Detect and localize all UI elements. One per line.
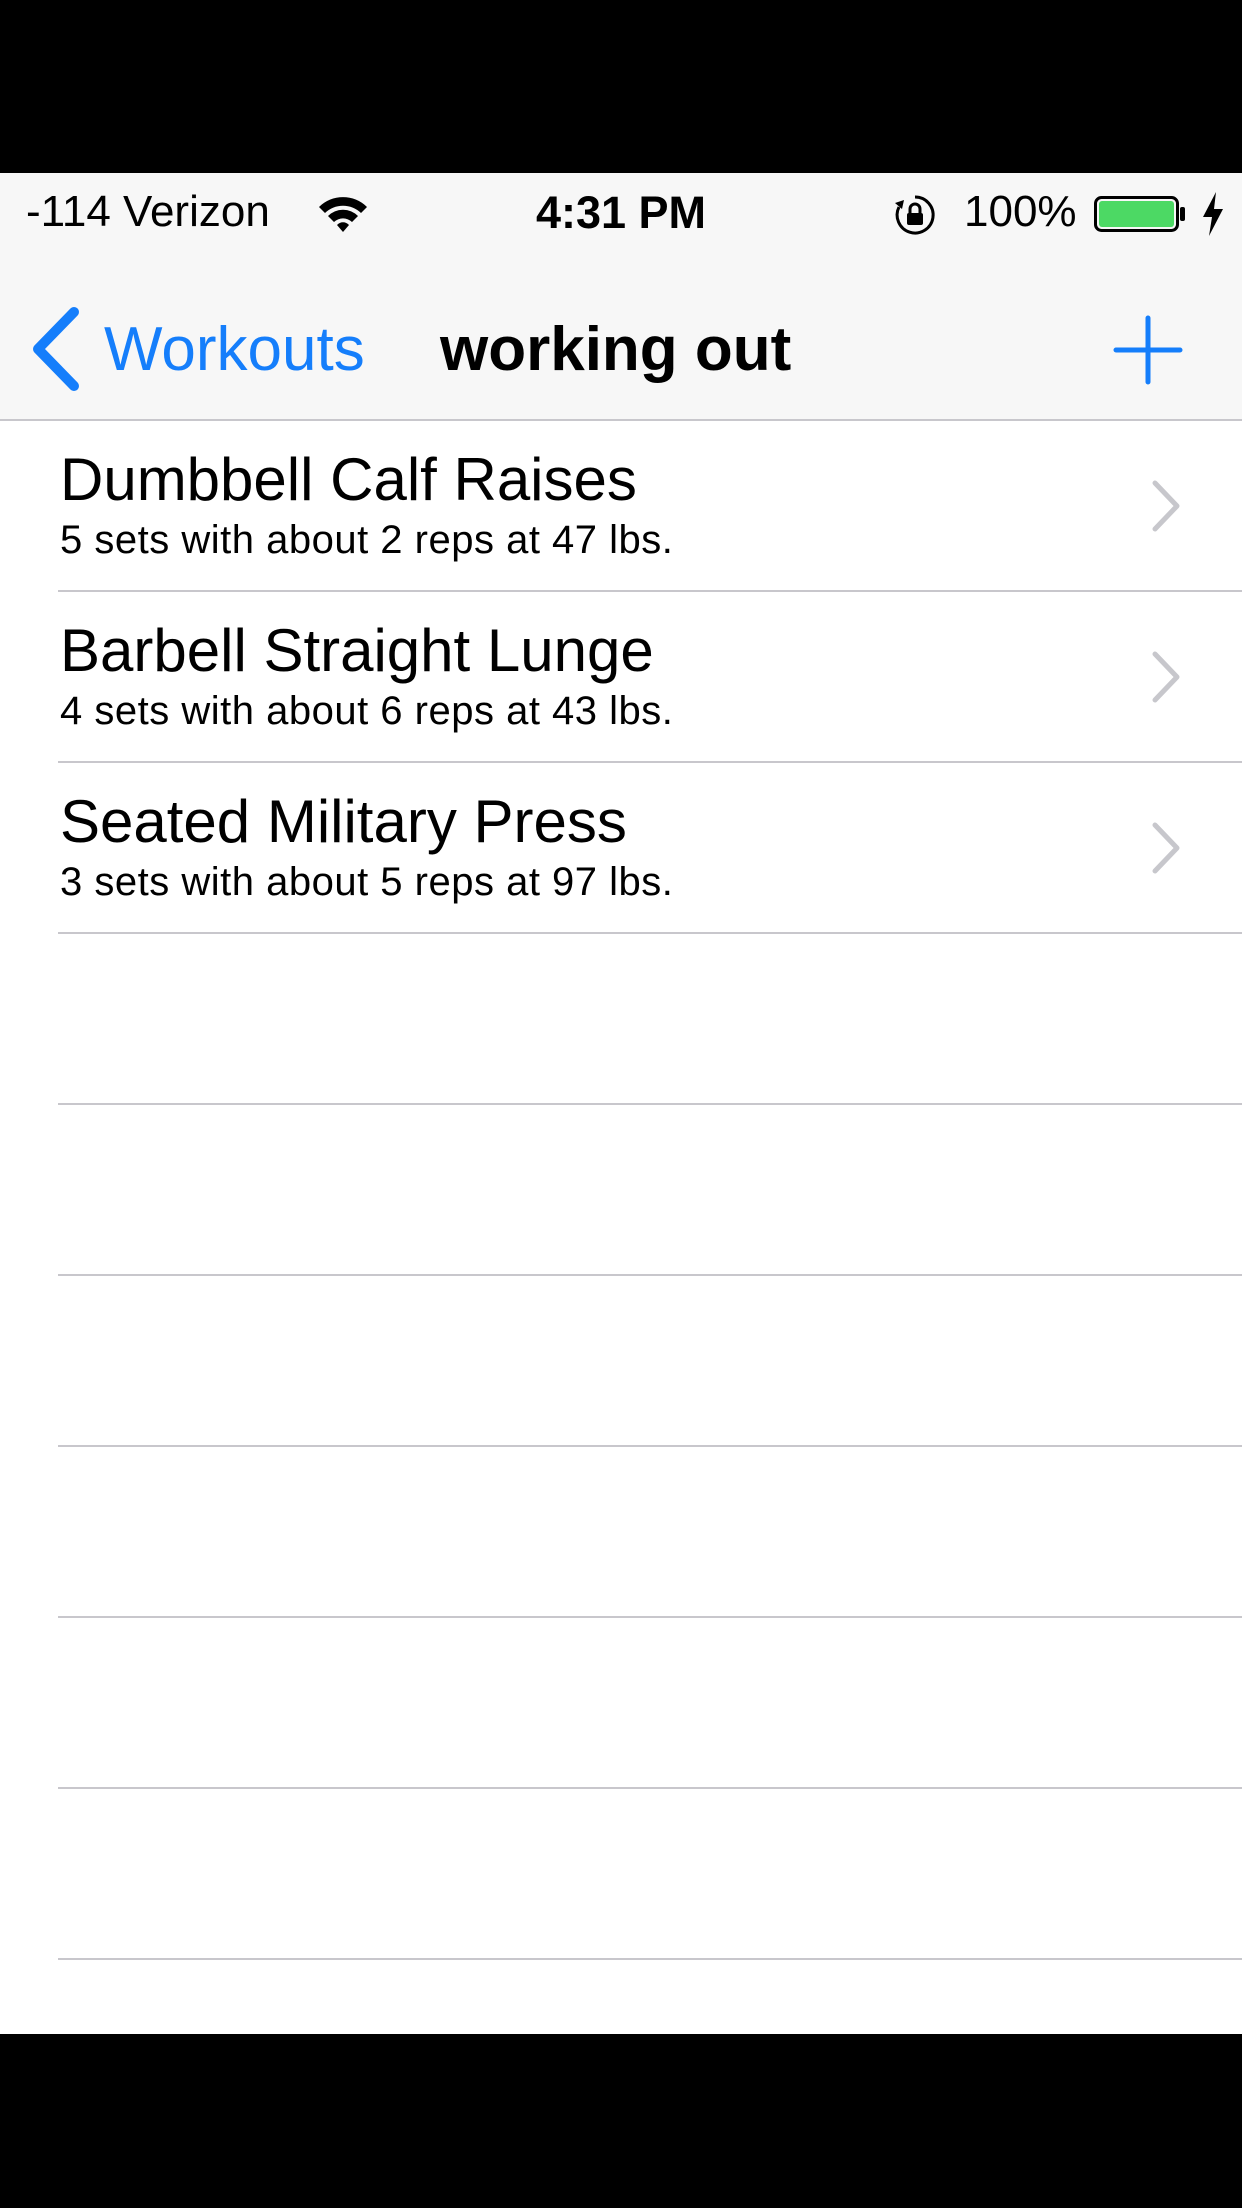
letterbox-top — [0, 0, 1242, 173]
exercise-row[interactable]: Barbell Straight Lunge 4 sets with about… — [58, 592, 1242, 763]
empty-table-row — [58, 1105, 1242, 1276]
battery-percent: 100% — [964, 187, 1077, 236]
exercise-detail: 5 sets with about 2 reps at 47 lbs. — [60, 518, 674, 562]
chevron-right-icon — [1152, 822, 1180, 874]
rotation-lock-icon — [895, 195, 935, 235]
empty-table-row — [58, 934, 1242, 1105]
chevron-right-icon — [1152, 480, 1180, 532]
empty-table-row — [58, 1789, 1242, 1960]
navigation-bar: Workouts working out — [0, 254, 1242, 421]
empty-table-row — [58, 1447, 1242, 1618]
plus-icon[interactable] — [1112, 314, 1184, 386]
status-bar: -114 Verizon 4:31 PM 100% — [0, 173, 1242, 254]
exercise-detail: 3 sets with about 5 reps at 97 lbs. — [60, 860, 674, 904]
back-button[interactable]: Workouts — [30, 304, 365, 394]
exercise-row[interactable]: Seated Military Press 3 sets with about … — [58, 763, 1242, 934]
charging-icon — [1203, 192, 1223, 236]
empty-table-row — [58, 1276, 1242, 1447]
chevron-right-icon — [1152, 651, 1180, 703]
page-title: working out — [440, 315, 792, 384]
exercise-name: Dumbbell Calf Raises — [60, 446, 637, 513]
phone-screen: -114 Verizon 4:31 PM 100% Workouts worki… — [0, 173, 1242, 2034]
letterbox-bottom — [0, 2034, 1242, 2208]
exercise-detail: 4 sets with about 6 reps at 43 lbs. — [60, 689, 674, 733]
back-button-label: Workouts — [104, 314, 365, 384]
exercise-row[interactable]: Dumbbell Calf Raises 5 sets with about 2… — [58, 421, 1242, 592]
battery-icon — [1094, 196, 1185, 232]
exercise-list: Dumbbell Calf Raises 5 sets with about 2… — [0, 421, 1242, 1960]
chevron-left-icon — [33, 307, 79, 391]
empty-table-row — [58, 1618, 1242, 1789]
exercise-name: Barbell Straight Lunge — [60, 617, 654, 684]
exercise-name: Seated Military Press — [60, 788, 627, 855]
